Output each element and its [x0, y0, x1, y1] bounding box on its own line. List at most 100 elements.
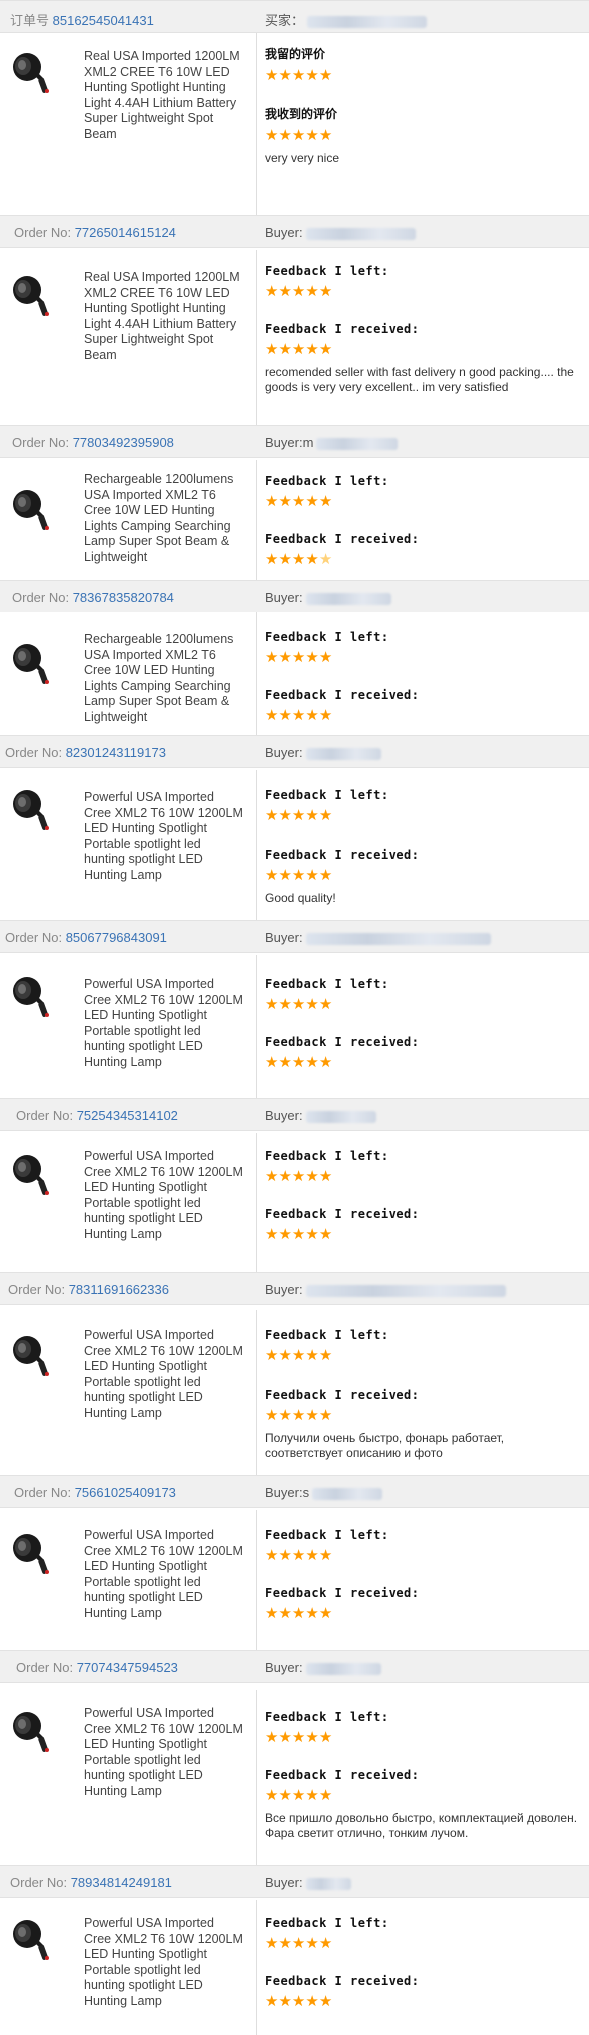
feedback-received-stars: ★★★★★: [265, 1407, 585, 1423]
column-divider: [256, 955, 257, 1098]
product-title-link[interactable]: Powerful USA Imported Cree XML2 T6 10W 1…: [84, 1149, 244, 1242]
order-number-label: Order No: 77803492395908: [12, 435, 174, 450]
order-number-label: Order No: 75661025409173: [14, 1485, 176, 1500]
star-icon: ★: [265, 807, 279, 824]
star-icon: ★: [291, 341, 306, 358]
feedback-received: Feedback I received: ★★★★★: [265, 532, 585, 567]
star-icon: ★: [278, 283, 292, 300]
feedback-left-stars: ★★★★★: [265, 1729, 585, 1745]
feedback-left-label: Feedback I left:: [265, 977, 389, 991]
feedback-received-label: Feedback I received:: [265, 532, 420, 546]
product-title-link[interactable]: Real USA Imported 1200LM XML2 CREE T6 10…: [84, 49, 244, 142]
product-title-link[interactable]: Real USA Imported 1200LM XML2 CREE T6 10…: [84, 270, 244, 363]
feedback-received: Feedback I received: ★★★★★ recomended sell…: [265, 322, 585, 395]
order-header: Order No: 77074347594523 Buyer:: [0, 1650, 589, 1683]
star-icon: ★: [265, 867, 279, 884]
star-icon: ★: [291, 493, 306, 510]
product-title-link[interactable]: Powerful USA Imported Cree XML2 T6 10W 1…: [84, 790, 244, 883]
star-icon: ★: [305, 1547, 319, 1564]
order-header: Order No: 78934814249181 Buyer:: [0, 1865, 589, 1898]
order-number-link[interactable]: 75661025409173: [75, 1485, 176, 1500]
column-divider: [256, 1310, 257, 1475]
feedback-received-stars: ★★★★★: [265, 1054, 585, 1070]
star-icon: ★: [318, 996, 333, 1013]
product-title-link[interactable]: Powerful USA Imported Cree XML2 T6 10W 1…: [84, 1706, 244, 1799]
flashlight-thumbnail-icon[interactable]: [10, 1332, 58, 1380]
flashlight-thumbnail-icon[interactable]: [10, 786, 58, 834]
star-icon: ★: [291, 1993, 306, 2010]
order-body: Rechargeable 1200lumens USA Imported XML…: [0, 612, 589, 735]
feedback-left-stars: ★★★★★: [265, 67, 585, 83]
column-divider: [256, 250, 257, 425]
order-number-link[interactable]: 78311691662336: [69, 1282, 169, 1297]
product-title-link[interactable]: Powerful USA Imported Cree XML2 T6 10W 1…: [84, 1528, 244, 1621]
flashlight-thumbnail-icon[interactable]: [10, 1708, 58, 1756]
order-number-link[interactable]: 77265014615124: [75, 225, 176, 240]
product-title-link[interactable]: Powerful USA Imported Cree XML2 T6 10W 1…: [84, 977, 244, 1070]
star-icon: ★: [305, 996, 319, 1013]
star-icon: ★: [265, 707, 279, 724]
feedback-left: Feedback I left: ★★★★★: [265, 1149, 585, 1184]
flashlight-thumbnail-icon[interactable]: [10, 1916, 58, 1964]
star-icon: ★: [265, 1729, 279, 1746]
buyer-label: Buyer:: [265, 1282, 506, 1297]
feedback-left-label: Feedback I left:: [265, 264, 389, 278]
product-title-link[interactable]: Rechargeable 1200lumens USA Imported XML…: [84, 472, 244, 565]
star-icon: ★: [291, 67, 306, 84]
star-icon: ★: [318, 707, 333, 724]
order-number-link[interactable]: 85067796843091: [66, 930, 167, 945]
feedback-left-stars: ★★★★★: [265, 807, 585, 823]
star-icon: ★: [305, 67, 319, 84]
star-icon: ★: [291, 807, 306, 824]
star-icon: ★: [278, 127, 292, 144]
buyer-name-redacted: [305, 932, 491, 945]
product-title-link[interactable]: Powerful USA Imported Cree XML2 T6 10W 1…: [84, 1916, 244, 2009]
star-icon: ★: [278, 1729, 292, 1746]
buyer-name-redacted: [305, 1662, 381, 1675]
star-icon: ★: [265, 1935, 279, 1952]
order-number-link[interactable]: 77074347594523: [77, 1660, 178, 1675]
order-header: Order No: 75254345314102 Buyer:: [0, 1098, 589, 1131]
star-icon: ★: [278, 1935, 292, 1952]
feedback-received-stars: ★★★★★: [265, 1993, 585, 2009]
buyer-name-redacted: [307, 15, 428, 28]
order-header: Order No: 78367835820784 Buyer:: [0, 580, 589, 613]
feedback-received-label: Feedback I received:: [265, 1974, 420, 1988]
order-number-link[interactable]: 78367835820784: [73, 590, 174, 605]
order-header: Order No: 77803492395908 Buyer:m: [0, 425, 589, 458]
flashlight-thumbnail-icon[interactable]: [10, 486, 58, 534]
order-number-link[interactable]: 85162545041431: [53, 13, 154, 28]
star-icon: ★: [305, 649, 319, 666]
star-icon: ★: [318, 1993, 333, 2010]
flashlight-thumbnail-icon[interactable]: [10, 49, 58, 97]
order-header: Order No: 82301243119173 Buyer:: [0, 735, 589, 768]
flashlight-thumbnail-icon[interactable]: [10, 1530, 58, 1578]
buyer-name-redacted: [305, 592, 391, 605]
flashlight-thumbnail-icon[interactable]: [10, 640, 58, 688]
feedback-received-stars: ★★★★★: [265, 1787, 585, 1803]
star-icon: ★: [318, 867, 333, 884]
star-icon: ★: [318, 1226, 333, 1243]
order-number-link[interactable]: 75254345314102: [77, 1108, 178, 1123]
star-icon: ★: [278, 67, 292, 84]
flashlight-thumbnail-icon[interactable]: [10, 1151, 58, 1199]
feedback-received-stars: ★★★★★: [265, 341, 585, 357]
flashlight-thumbnail-icon[interactable]: [10, 973, 58, 1021]
product-title-link[interactable]: Rechargeable 1200lumens USA Imported XML…: [84, 632, 244, 725]
star-icon: ★: [305, 283, 319, 300]
star-icon: ★: [318, 1054, 333, 1071]
star-icon: ★: [305, 551, 319, 568]
buyer-label: Buyer:: [265, 225, 416, 240]
column-divider: [256, 1133, 257, 1272]
product-title-link[interactable]: Powerful USA Imported Cree XML2 T6 10W 1…: [84, 1328, 244, 1421]
star-icon: ★: [278, 807, 292, 824]
star-icon: ★: [278, 341, 292, 358]
order-number-link[interactable]: 82301243119173: [66, 745, 166, 760]
order-number-link[interactable]: 78934814249181: [71, 1875, 172, 1890]
star-icon: ★: [265, 283, 279, 300]
column-divider: [256, 460, 257, 580]
order-number-link[interactable]: 77803492395908: [73, 435, 174, 450]
feedback-received: Feedback I received: ★★★★★ Получили очень …: [265, 1388, 585, 1461]
star-icon: ★: [291, 1054, 306, 1071]
flashlight-thumbnail-icon[interactable]: [10, 272, 58, 320]
